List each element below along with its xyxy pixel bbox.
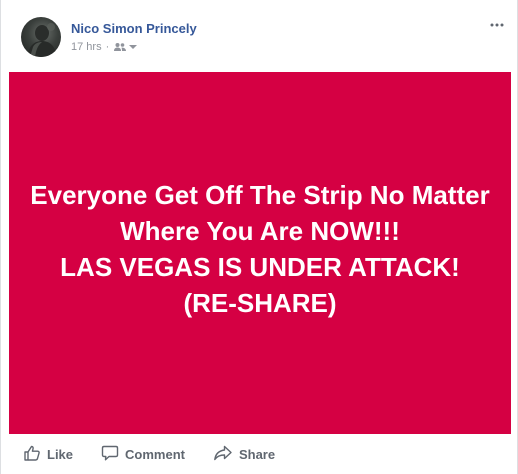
author-name-link[interactable]: Nico Simon Princely [71, 21, 197, 36]
share-label: Share [238, 446, 276, 462]
post-card: Nico Simon Princely 17 hrs · Everyone Ge… [0, 0, 518, 474]
post-colored-background: Everyone Get Off The Strip No Matter Whe… [9, 72, 511, 434]
chevron-down-icon[interactable] [129, 44, 138, 50]
timestamp-link[interactable]: 17 hrs [71, 41, 102, 53]
separator-dot: · [105, 41, 110, 53]
thumbs-up-icon [23, 444, 47, 465]
post-header: Nico Simon Princely 17 hrs · [1, 0, 517, 72]
post-meta: 17 hrs · [71, 41, 138, 53]
avatar[interactable] [21, 17, 61, 57]
friends-icon[interactable] [113, 42, 127, 52]
comment-bubble-icon [101, 444, 125, 465]
comment-button[interactable]: Comment [101, 438, 185, 470]
comment-label: Comment [125, 446, 185, 462]
post-actions-bar: Like Comment Share [1, 434, 517, 474]
like-button[interactable]: Like [23, 438, 73, 470]
post-text: Everyone Get Off The Strip No Matter Whe… [30, 180, 490, 318]
like-label: Like [47, 446, 74, 462]
share-arrow-icon [213, 444, 239, 465]
more-options-icon[interactable] [489, 18, 505, 32]
share-button[interactable]: Share [213, 438, 275, 470]
